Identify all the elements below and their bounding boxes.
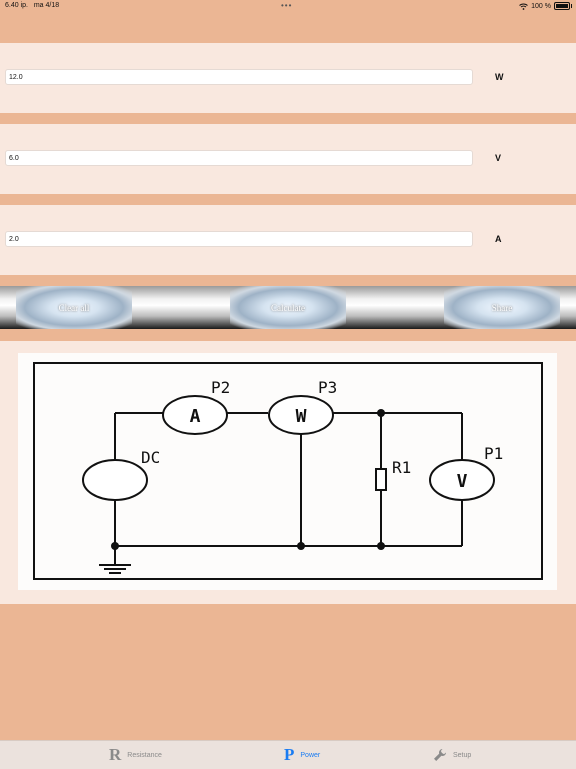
voltage-row: V — [0, 124, 576, 194]
junction-dot — [111, 542, 119, 550]
current-row: A — [0, 205, 576, 275]
tab-setup-label: Setup — [453, 751, 472, 759]
resistor-symbol — [375, 468, 387, 491]
action-button-bar: Clear all Calculate Share — [0, 286, 576, 329]
voltage-input[interactable] — [5, 150, 473, 166]
p2-label: P2 — [211, 378, 230, 397]
voltage-unit-label: V — [495, 153, 502, 163]
wrench-icon — [434, 749, 446, 761]
tab-resistance-label: Resistance — [127, 751, 162, 759]
dc-source-symbol — [82, 459, 148, 501]
voltmeter-letter: V — [457, 471, 468, 492]
battery-icon — [554, 2, 572, 10]
power-input[interactable] — [5, 69, 473, 85]
power-unit-label: W — [495, 72, 504, 82]
circuit-svg: A W V P2 P3 P1 DC R1 — [33, 362, 543, 580]
junction-dot — [377, 542, 385, 550]
status-time: 6.40 ip. ma 4/18 — [5, 2, 60, 9]
dc-label: DC — [141, 448, 160, 467]
multitasking-dots-icon[interactable]: ••• — [281, 1, 292, 10]
p1-label: P1 — [484, 444, 503, 463]
circuit-diagram: A W V P2 P3 P1 DC R1 — [18, 353, 557, 590]
calculate-button[interactable]: Calculate — [230, 286, 346, 329]
power-row: W — [0, 43, 576, 113]
tab-power-label: Power — [300, 751, 321, 759]
tab-resistance[interactable]: R Resistance — [109, 741, 162, 769]
power-icon: P — [284, 745, 295, 764]
p3-label: P3 — [318, 378, 337, 397]
ammeter-letter: A — [190, 406, 201, 427]
tab-bar: R Resistance P Power Setup — [0, 740, 576, 769]
status-bar: 6.40 ip. ma 4/18 ••• 100 % — [0, 0, 576, 14]
battery-percentage: 100 % — [531, 2, 551, 10]
tab-power[interactable]: P Power — [284, 741, 320, 769]
current-unit-label: A — [495, 234, 502, 244]
resistance-icon: R — [109, 745, 122, 764]
current-input[interactable] — [5, 231, 473, 247]
wattmeter-letter: W — [296, 406, 307, 427]
r1-label: R1 — [392, 458, 411, 477]
diagram-panel: A W V P2 P3 P1 DC R1 — [0, 341, 576, 604]
share-button[interactable]: Share — [444, 286, 560, 329]
status-right: 100 % — [519, 2, 572, 10]
junction-dot — [297, 542, 305, 550]
clear-all-button[interactable]: Clear all — [16, 286, 132, 329]
tab-setup[interactable]: Setup — [433, 741, 471, 769]
wifi-icon — [519, 3, 528, 10]
junction-dot — [377, 409, 385, 417]
